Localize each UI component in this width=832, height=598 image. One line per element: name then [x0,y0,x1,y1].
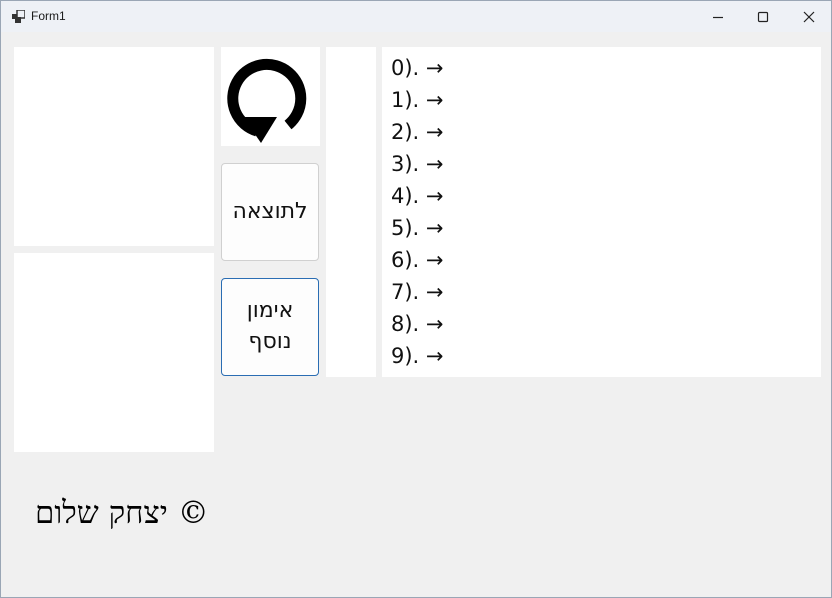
more-training-label: אימון נוסף [246,298,294,354]
drawing-canvas[interactable] [14,47,214,246]
copyright-label: © יצחק שלום [35,495,209,531]
list-item: 5). → [391,216,444,240]
rotate-ccw-arrow-icon [227,58,307,143]
more-training-button[interactable]: אימון נוסף [221,278,319,376]
digit-display-panel [326,47,376,377]
reset-button[interactable] [221,47,320,146]
list-item: 3). → [391,152,444,176]
to-result-button[interactable]: לתוצאה [221,163,319,261]
list-item: 0). → [391,56,444,80]
close-icon [803,11,815,22]
maximize-icon [757,11,769,22]
list-item: 9). → [391,344,444,368]
title-bar[interactable]: Form1 [1,1,831,32]
results-list: 0). → 1). → 2). → 3). → 4). → 5). → 6). … [382,47,821,377]
list-item: 8). → [391,312,444,336]
list-item: 1). → [391,88,444,112]
close-button[interactable] [786,1,832,32]
list-item: 2). → [391,120,444,144]
list-item: 4). → [391,184,444,208]
app-icon [12,10,25,23]
list-item: 7). → [391,280,444,304]
to-result-label: לתוצאה [232,198,308,224]
maximize-button[interactable] [740,1,786,32]
window-title: Form1 [31,9,66,23]
minimize-button[interactable] [695,1,741,32]
minimize-icon [713,16,723,18]
form-window: Form1 לתוצאה אימון נוסף 0). → 1). → 2). … [0,0,832,598]
list-item: 6). → [391,248,444,272]
preview-canvas [14,253,214,452]
